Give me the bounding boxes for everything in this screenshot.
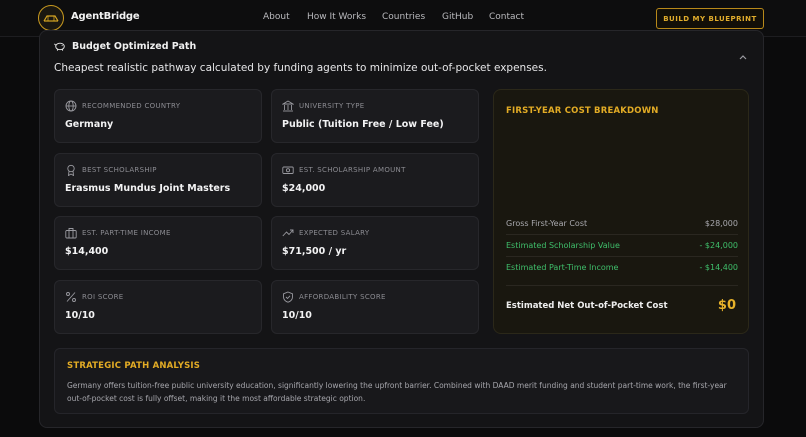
build-blueprint-button[interactable]: BUILD MY BLUEPRINT: [656, 8, 764, 29]
brand-name[interactable]: AgentBridge: [71, 11, 140, 22]
card-value: Erasmus Mundus Joint Masters: [65, 183, 231, 194]
nav-link-how-it-works[interactable]: How It Works: [307, 12, 366, 22]
path-title: Budget Optimized Path: [72, 40, 197, 52]
path-header[interactable]: Budget Optimized Path: [54, 40, 196, 52]
divider: [506, 256, 738, 257]
nav-link-github[interactable]: GitHub: [442, 12, 473, 22]
cost-row-label: Gross First-Year Cost: [506, 219, 588, 228]
card-label: UNIVERSITY TYPE: [299, 102, 365, 110]
divider: [506, 285, 738, 286]
card-label: RECOMMENDED COUNTRY: [82, 102, 181, 110]
cost-breakdown-title: FIRST-YEAR COST BREAKDOWN: [506, 106, 659, 116]
nav-link-about[interactable]: About: [263, 12, 290, 22]
net-cost-value: $0: [717, 298, 736, 313]
logo-icon[interactable]: [38, 5, 64, 31]
card-value: Germany: [65, 119, 114, 130]
cost-row-gross: Gross First-Year Cost $28,000: [506, 219, 738, 228]
nav-link-contact[interactable]: Contact: [489, 12, 524, 22]
university-icon: [282, 100, 294, 112]
card-label: EXPECTED SALARY: [299, 229, 370, 237]
cost-row-part-time: Estimated Part-Time Income - $14,400: [506, 263, 738, 272]
card-university-type: UNIVERSITY TYPE Public (Tuition Free / L…: [271, 89, 479, 143]
card-best-scholarship: BEST SCHOLARSHIP Erasmus Mundus Joint Ma…: [54, 153, 262, 207]
path-subtitle: Cheapest realistic pathway calculated by…: [54, 62, 547, 74]
nav-link-countries[interactable]: Countries: [382, 12, 425, 22]
card-label: EST. SCHOLARSHIP AMOUNT: [299, 166, 406, 174]
net-cost-label: Estimated Net Out-of-Pocket Cost: [506, 301, 668, 311]
divider: [506, 234, 738, 235]
card-scholarship-amount: EST. SCHOLARSHIP AMOUNT $24,000: [271, 153, 479, 207]
piggy-bank-icon: [54, 42, 65, 51]
chevron-up-icon[interactable]: [738, 53, 748, 61]
card-label: EST. PART-TIME INCOME: [82, 229, 171, 237]
cost-row-value: - $14,400: [699, 263, 738, 272]
shield-icon: [283, 291, 293, 303]
cost-row-scholarship: Estimated Scholarship Value - $24,000: [506, 241, 738, 250]
trending-up-icon: [282, 229, 294, 237]
strategic-analysis-panel: STRATEGIC PATH ANALYSIS Germany offers t…: [54, 348, 749, 414]
cost-row-value: - $24,000: [699, 241, 738, 250]
card-value: $24,000: [282, 183, 326, 194]
analysis-body: Germany offers tuition-free public unive…: [67, 381, 727, 403]
card-label: ROI SCORE: [82, 293, 124, 301]
card-recommended-country: RECOMMENDED COUNTRY Germany: [54, 89, 262, 143]
card-roi-score: ROI SCORE 10/10: [54, 280, 262, 334]
percent-icon: [66, 292, 76, 302]
card-label: AFFORDABILITY SCORE: [299, 293, 386, 301]
card-value: $71,500 / yr: [282, 246, 347, 257]
card-affordability-score: AFFORDABILITY SCORE 10/10: [271, 280, 479, 334]
cost-row-label: Estimated Scholarship Value: [506, 241, 620, 250]
cost-row-value: $28,000: [704, 219, 738, 228]
cost-row-label: Estimated Part-Time Income: [506, 263, 619, 272]
card-part-time-income: EST. PART-TIME INCOME $14,400: [54, 216, 262, 270]
briefcase-icon: [65, 228, 77, 239]
banknote-icon: [282, 166, 294, 174]
analysis-title: STRATEGIC PATH ANALYSIS: [67, 361, 201, 371]
card-expected-salary: EXPECTED SALARY $71,500 / yr: [271, 216, 479, 270]
cost-breakdown-panel: FIRST-YEAR COST BREAKDOWN Gross First-Ye…: [493, 89, 749, 334]
card-value: 10/10: [65, 310, 95, 321]
card-value: 10/10: [282, 310, 312, 321]
card-label: BEST SCHOLARSHIP: [82, 166, 157, 174]
card-value: Public (Tuition Free / Low Fee): [282, 119, 444, 130]
card-value: $14,400: [65, 246, 109, 257]
award-icon: [67, 164, 75, 176]
globe-icon: [65, 100, 77, 112]
